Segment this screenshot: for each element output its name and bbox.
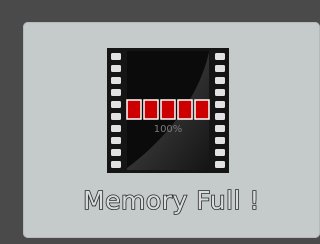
film-perforation <box>215 137 225 144</box>
film-perforation <box>215 89 225 96</box>
film-strip-memory-icon: 100% <box>107 48 229 173</box>
film-perforation <box>111 65 121 72</box>
film-perforation <box>111 77 121 84</box>
film-perforation <box>111 125 121 132</box>
film-perforation <box>215 53 225 60</box>
film-perforation <box>111 149 121 156</box>
memory-full-dialog: 100% Memory Full ! <box>23 22 320 238</box>
memory-progress-label: 100% <box>154 124 183 135</box>
progress-segment <box>194 99 210 120</box>
progress-segment <box>177 99 193 120</box>
film-perforation <box>111 113 121 120</box>
progress-segment <box>160 99 176 120</box>
screen: 100% Memory Full ! <box>0 0 320 244</box>
film-perforation <box>215 77 225 84</box>
film-perforation <box>215 65 225 72</box>
memory-full-message: Memory Full ! <box>82 185 260 216</box>
film-perforation <box>111 89 121 96</box>
film-perforation <box>215 149 225 156</box>
memory-progress-bar <box>126 99 210 120</box>
film-perforation <box>111 53 121 60</box>
film-perforation <box>111 161 121 168</box>
film-perforation <box>111 137 121 144</box>
film-perforation <box>215 113 225 120</box>
film-perforation <box>215 101 225 108</box>
progress-segment <box>126 99 142 120</box>
film-perforation <box>215 125 225 132</box>
film-perforation <box>111 101 121 108</box>
progress-segment <box>143 99 159 120</box>
film-perforation <box>215 161 225 168</box>
